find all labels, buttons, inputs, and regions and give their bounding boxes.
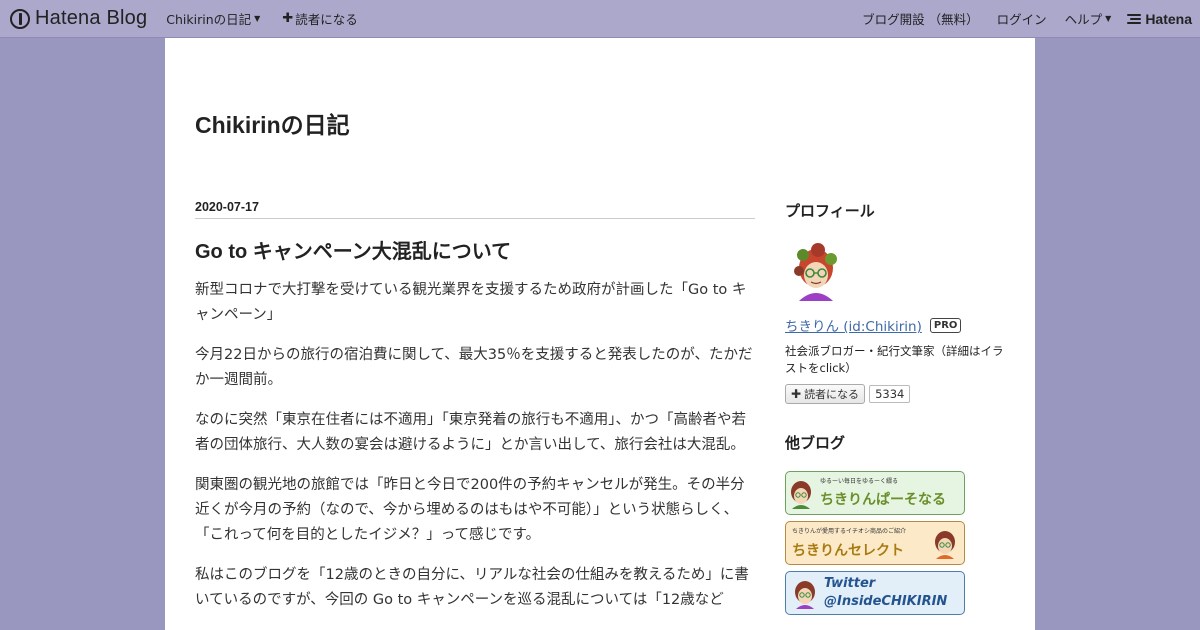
topbar-right-nav: ブログ開設 （無料） ログイン ヘルプ ▼ Hatena: [844, 9, 1192, 28]
logo-text: Hatena Blog: [35, 7, 148, 29]
banner-twitter[interactable]: Twitter @InsideCHIKIRIN: [785, 571, 965, 615]
profile-heading: プロフィール: [785, 203, 875, 220]
hatena-brand-link[interactable]: Hatena: [1127, 11, 1192, 27]
hatena-topbar: Hatena Blog Chikirinの日記 ▼ ✚ 読者になる ブログ開設 …: [0, 0, 1200, 38]
banner-title: ちきりんセレクト: [792, 543, 904, 559]
login-link[interactable]: ログイン: [997, 9, 1047, 28]
subscribe-topbar-button[interactable]: ✚ 読者になる: [282, 9, 357, 28]
banner-twitter-line1: Twitter: [824, 576, 876, 591]
entry-title[interactable]: Go to キャンペーン大混乱について: [195, 235, 755, 264]
hatena-logo-icon: [10, 8, 30, 29]
subscribe-button[interactable]: ✚ 読者になる: [785, 384, 866, 404]
pro-badge[interactable]: PRO: [929, 317, 962, 333]
hatena-blog-logo[interactable]: Hatena Blog: [10, 7, 147, 30]
chikirin-face-icon: [795, 581, 815, 609]
profile-name-link[interactable]: ちきりん (id:Chikirin): [785, 315, 922, 335]
blog-title[interactable]: Chikirinの日記: [195, 106, 350, 140]
entry-paragraph: 新型コロナで大打撃を受けている観光業界を支援するため政府が計画した「Go to …: [195, 282, 747, 323]
blog-container: Chikirinの日記 2020-07-17 Go to キャンペーン大混乱につ…: [165, 38, 1035, 630]
plus-icon: ✚: [791, 387, 802, 401]
banner-chikirin-select[interactable]: ちきりんが愛用するイチオシ商品のご紹介 ちきりんセレクト: [785, 521, 965, 565]
help-label: ヘルプ: [1064, 12, 1103, 27]
banner-twitter-line2: @InsideCHIKIRIN: [824, 594, 948, 609]
entry-paragraph: 私はこのブログを「12歳のときの自分に、リアルな社会の仕組みを教えるため」に書い…: [195, 567, 749, 608]
subscribe-button-label: 読者になる: [804, 388, 860, 401]
profile-avatar[interactable]: [785, 241, 847, 303]
chikirin-face-icon: [791, 481, 811, 509]
topbar-left-nav: Chikirinの日記 ▼ ✚ 読者になる: [166, 9, 379, 28]
banner-subtext: ちきりんが愛用するイチオシ商品のご紹介: [792, 528, 907, 535]
caret-down-icon: ▼: [1105, 14, 1112, 23]
entry-paragraph: 今月22日からの旅行の宿泊費に関して、最大35％を支援すると発表したのが、たかだ…: [195, 347, 753, 388]
plus-icon: ✚: [282, 11, 294, 26]
entry-body: 新型コロナで大打撃を受けている観光業界を支援するため政府が計画した「Go to …: [195, 278, 755, 613]
subscribe-topbar-label: 読者になる: [295, 12, 358, 27]
sidebar: プロフィール ちきりん (id:Chikirin) PRO 社会派ブロガー・紀行…: [785, 200, 1015, 615]
open-blog-link[interactable]: ブログ開設 （無料）: [862, 9, 978, 28]
entry-article: 2020-07-17 Go to キャンペーン大混乱について 新型コロナで大打撃…: [195, 200, 755, 628]
banner-title: ちきりんぱーそなる: [820, 492, 946, 508]
banner-twitter-text: Twitter @InsideCHIKIRIN: [824, 575, 947, 611]
hatena-lines-icon: [1127, 12, 1142, 26]
hatena-brand-label: Hatena: [1145, 10, 1192, 27]
subscriber-count[interactable]: 5334: [869, 385, 911, 403]
entry-paragraph: なのに突然「東京在住者には不適用」「東京発着の旅行も不適用」、かつ「高齢者や若者…: [195, 412, 746, 453]
caret-down-icon: ▼: [254, 14, 261, 23]
banner-subtext: ゆるーい毎日をゆるーく綴る: [820, 478, 899, 485]
chikirin-face-icon: [935, 531, 955, 559]
other-blogs-heading: 他ブログ: [785, 435, 846, 452]
profile-description: 社会派ブロガー・紀行文筆家（詳細はイラストをclick）: [785, 344, 1004, 375]
entry-paragraph: 関東圏の観光地の旅館では「昨日と今日で200件の予約キャンセルが発生。その半分近…: [195, 477, 745, 543]
blog-menu-label: Chikirinの日記: [166, 12, 252, 27]
subscribe-row: ✚ 読者になる 5334: [785, 384, 1015, 404]
profile-name-row: ちきりん (id:Chikirin) PRO: [785, 315, 1015, 335]
entry-date[interactable]: 2020-07-17: [195, 200, 755, 219]
blog-menu-dropdown[interactable]: Chikirinの日記 ▼: [166, 9, 260, 28]
banner-chikirin-personal[interactable]: ゆるーい毎日をゆるーく綴る ちきりんぱーそなる: [785, 471, 965, 515]
help-dropdown[interactable]: ヘルプ ▼: [1065, 9, 1112, 28]
